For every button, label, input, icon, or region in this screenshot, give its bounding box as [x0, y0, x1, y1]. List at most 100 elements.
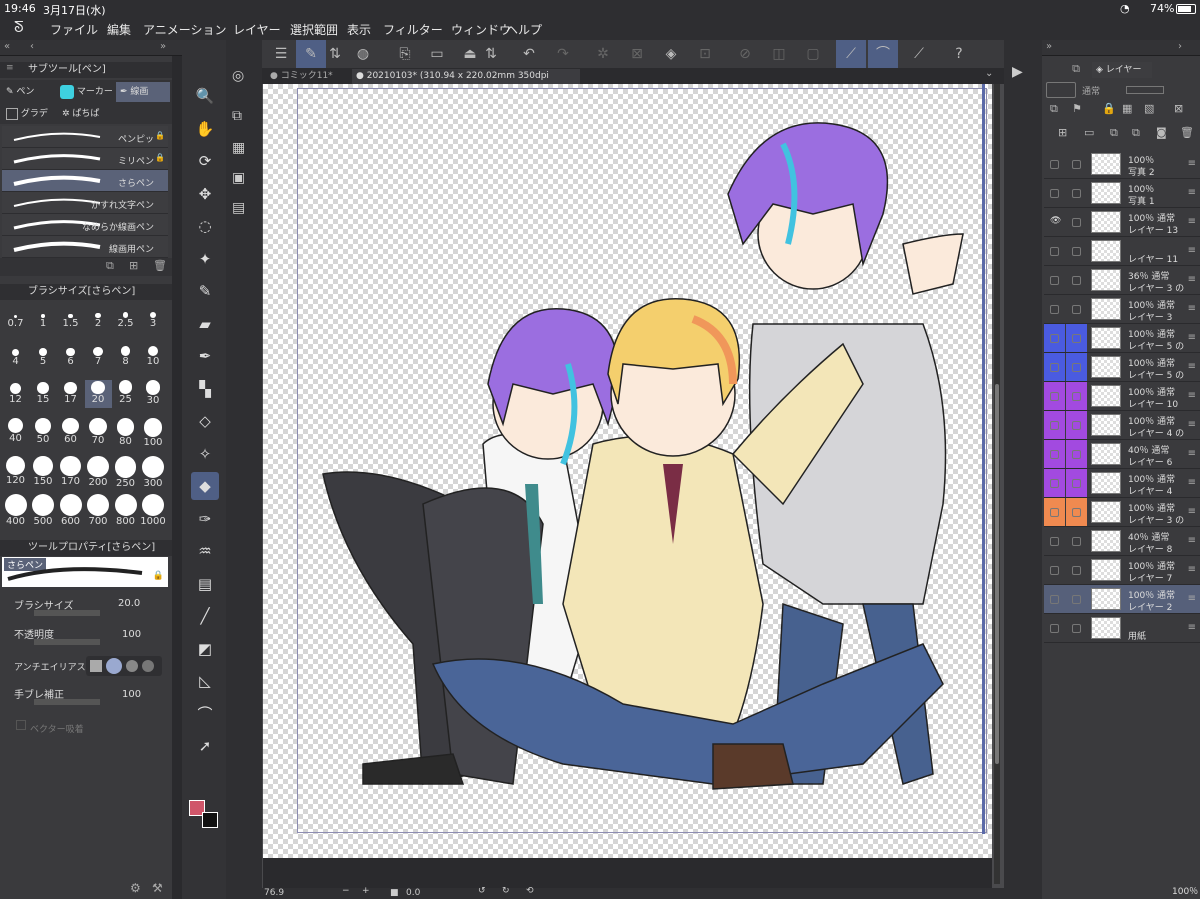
brush-size-cell[interactable]: 3	[140, 304, 167, 332]
layer-menu-icon[interactable]: ≡	[1188, 477, 1196, 488]
brush-size-cell[interactable]: 5	[30, 342, 57, 370]
rotate-right-icon[interactable]: ↻	[502, 886, 510, 896]
layer-menu-icon[interactable]: ≡	[1188, 535, 1196, 546]
zoom-out-icon[interactable]: −	[342, 886, 350, 896]
visibility-checkbox[interactable]	[1050, 334, 1059, 343]
lock-checkbox[interactable]	[1072, 334, 1081, 343]
visibility-checkbox[interactable]	[1050, 566, 1059, 575]
brush-size-cell[interactable]: 100	[140, 418, 167, 448]
layer-menu-icon[interactable]: ≡	[1188, 448, 1196, 459]
zoom-in-icon[interactable]: +	[362, 886, 370, 896]
navigator-icon[interactable]: ◎	[232, 68, 244, 84]
layer-lock-column[interactable]	[1066, 237, 1087, 265]
layer-row[interactable]: 40％ 通常 レイヤー 6 ≡	[1044, 440, 1200, 469]
visibility-checkbox[interactable]	[1050, 392, 1059, 401]
opacity-bar[interactable]	[1126, 86, 1164, 94]
eye-icon[interactable]: 👁	[1050, 216, 1061, 226]
layer-row[interactable]: 100％ 通常 レイヤー 2 ≡	[1044, 585, 1200, 614]
menu-animation[interactable]: アニメーション	[143, 21, 227, 38]
layer-lock-column[interactable]	[1066, 179, 1087, 207]
visibility-checkbox[interactable]	[1050, 624, 1059, 633]
search-icon[interactable]: 🔍	[191, 82, 219, 110]
layer-lock-column[interactable]	[1066, 469, 1087, 497]
brush-size-cell[interactable]: 2	[85, 304, 112, 332]
chevron-left-icon[interactable]: ‹	[30, 41, 34, 52]
layer-row[interactable]: 100％ 写真 1 ≡	[1044, 179, 1200, 208]
visibility-checkbox[interactable]	[1050, 305, 1059, 314]
chevron-down-icon[interactable]: ⌄	[985, 68, 993, 79]
visibility-checkbox[interactable]	[1050, 450, 1059, 459]
chevron-updown-icon[interactable]: ⇅	[326, 40, 344, 68]
layer-row[interactable]: 40％ 通常 レイヤー 8 ≡	[1044, 527, 1200, 556]
layer-menu-icon[interactable]: ≡	[1188, 332, 1196, 343]
blend-mode[interactable]: 通常	[1082, 84, 1100, 97]
brush-size-cell[interactable]: 80	[112, 418, 139, 447]
visibility-checkbox[interactable]	[1050, 479, 1059, 488]
ruler-icon[interactable]: ⊠	[1174, 102, 1183, 115]
lock-transparency-icon[interactable]: ▦	[1122, 102, 1132, 115]
layer-visibility[interactable]	[1044, 382, 1065, 410]
reference-icon[interactable]: ⧉	[232, 108, 242, 124]
reset-rotation-icon[interactable]: ⟲	[526, 886, 534, 896]
layer-lock-column[interactable]	[1066, 295, 1087, 323]
lock-checkbox[interactable]	[1072, 276, 1081, 285]
stabilizer-value[interactable]: 100	[122, 689, 141, 700]
new-file-icon[interactable]: ⎘	[390, 40, 420, 68]
brush-size-cell[interactable]: 0.7	[2, 304, 29, 332]
lock-checkbox[interactable]	[1072, 363, 1081, 372]
transform-icon[interactable]: ⊡	[690, 40, 720, 68]
subtool-item[interactable]: ミリペン 🔒	[2, 148, 168, 170]
menu-edit[interactable]: 編集	[107, 21, 131, 38]
layer-row[interactable]: 36％ 通常 レイヤー 3 の ≡	[1044, 266, 1200, 295]
tab-20210103[interactable]: ● 20210103* (310.94 x 220.02mm 350dpi 76…	[352, 69, 580, 96]
layer-row[interactable]: 100％ 通常 レイヤー 5 の ≡	[1044, 324, 1200, 353]
help-icon[interactable]: ?	[944, 40, 974, 68]
polygon-icon[interactable]: ◩	[191, 635, 219, 663]
brush-size-cell[interactable]: 1000	[140, 494, 167, 527]
brush-size-cell[interactable]: 6	[57, 342, 84, 370]
expand-icon[interactable]: »	[160, 41, 166, 52]
brush-size-cell[interactable]: 400	[2, 494, 29, 527]
opacity-value[interactable]: 100	[122, 629, 141, 640]
brush-size-cell[interactable]: 700	[85, 494, 112, 527]
layer-lock-column[interactable]	[1066, 498, 1087, 526]
invert-selection-icon[interactable]: ◫	[764, 40, 794, 68]
duplicate-icon[interactable]: ⧉	[1132, 126, 1140, 140]
brush-size-cell[interactable]: 120	[2, 456, 29, 486]
layer-mask-icon[interactable]: ◙	[1156, 126, 1167, 139]
angle-value[interactable]: 0.0	[406, 888, 420, 898]
undo-icon[interactable]: ↶	[514, 40, 544, 68]
brush-size-cell[interactable]: 1	[30, 304, 57, 332]
lock-layer-icon[interactable]: 🔒	[1102, 102, 1116, 115]
layer-row[interactable]: 100％ 通常 レイヤー 4 ≡	[1044, 469, 1200, 498]
layer-visibility[interactable]	[1044, 440, 1065, 468]
layer-visibility[interactable]	[1044, 585, 1065, 613]
layer-visibility[interactable]	[1044, 411, 1065, 439]
lock-checkbox[interactable]	[1072, 218, 1081, 227]
layer-visibility[interactable]	[1044, 556, 1065, 584]
menu-help[interactable]: ヘルプ	[506, 21, 542, 38]
text-icon[interactable]: ➚	[191, 732, 219, 760]
layer-row[interactable]: レイヤー 11 ≡	[1044, 237, 1200, 266]
layer-lock-column[interactable]	[1066, 150, 1087, 178]
visibility-checkbox[interactable]	[1050, 421, 1059, 430]
brush-size-cell[interactable]: 800	[112, 494, 139, 527]
layer-row[interactable]: 👁 100％ 通常 レイヤー 13 ≡	[1044, 208, 1200, 237]
lock-checkbox[interactable]	[1072, 595, 1081, 604]
layer-lock-column[interactable]	[1066, 353, 1087, 381]
subtool-item[interactable]: かすれ文字ペン	[2, 192, 168, 214]
open-folder-icon[interactable]: ▭	[422, 40, 452, 68]
clear-icon[interactable]: ⊠	[622, 40, 652, 68]
subtool-item[interactable]: なめらか線画ペン	[2, 214, 168, 236]
blend-icon[interactable]: ✑	[191, 505, 219, 533]
layer-lock-column[interactable]	[1066, 324, 1087, 352]
add-icon[interactable]: ⊞	[129, 259, 138, 272]
layer-visibility[interactable]	[1044, 469, 1065, 497]
brush-size-cell[interactable]: 7	[85, 342, 112, 370]
layer-lock-column[interactable]	[1066, 527, 1087, 555]
fit-icon[interactable]: ■	[390, 888, 399, 898]
edit-tool-icon[interactable]: ✎	[296, 40, 326, 68]
brush-size-cell[interactable]: 600	[57, 494, 84, 527]
merge-down-icon[interactable]: ⧉	[1110, 126, 1118, 140]
redo-icon[interactable]: ↷	[548, 40, 578, 68]
